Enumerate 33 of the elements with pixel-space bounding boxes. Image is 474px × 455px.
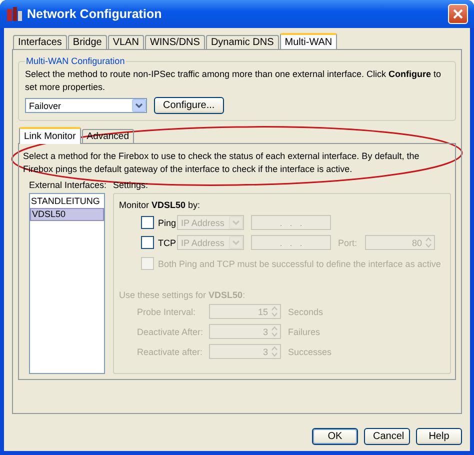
field-label: Deactivate After: — [137, 326, 204, 336]
tab[interactable]: VLAN — [108, 35, 144, 49]
list-item[interactable]: STANDLEITUNG — [30, 195, 104, 208]
dropdown[interactable]: Failover — [25, 98, 147, 113]
description: Select a method for the Firebox to use to check the status of each external interface. By default, the Firebox pings the default gateway of the interface to check if the interface is active. — [23, 150, 420, 176]
checkbox-label: Both Ping and TCP must be successful to define the interface as active — [158, 258, 441, 268]
dialog-button[interactable]: Cancel — [364, 428, 410, 445]
tab[interactable]: Dynamic DNS — [206, 35, 279, 49]
tab[interactable]: Bridge — [68, 35, 107, 49]
group-title: Multi-WAN Configuration — [25, 56, 126, 66]
settings-heading: Monitor VDSL50 by: — [119, 200, 202, 210]
checkbox-label: Ping — [158, 218, 176, 228]
tab[interactable]: Multi-WAN — [280, 33, 338, 50]
unit-label: Successes — [288, 346, 332, 356]
list-item[interactable]: VDSL50 — [30, 208, 104, 221]
settings-heading: Use these settings for VDSL50: — [119, 290, 246, 300]
unit-label: Seconds — [288, 306, 324, 316]
tab[interactable]: WINS/DNS — [144, 35, 205, 49]
list-label: External Interfaces: — [28, 180, 108, 190]
interface-list[interactable]: STANDLEITUNG VDSL50 — [29, 193, 105, 374]
tab[interactable]: Interfaces — [13, 35, 67, 49]
tab[interactable]: Advanced — [82, 129, 134, 143]
window-title: Network Configuration — [27, 7, 163, 21]
checkbox-label: TCP — [158, 238, 176, 248]
description: Select the method to route non-IPSec traffic among more than one external interface. Click Configure to set more properties. — [25, 68, 442, 94]
dialog-button[interactable]: Help — [416, 428, 462, 445]
unit-label: Failures — [288, 326, 320, 336]
field-label: Reactivate after: — [137, 346, 204, 356]
field-label: Probe Interval: — [137, 306, 197, 316]
tab[interactable]: Link Monitor — [19, 127, 81, 144]
dialog-button[interactable]: OK — [312, 428, 358, 445]
configure-button[interactable]: Configure... — [154, 97, 224, 114]
port-label: Port: — [338, 238, 358, 248]
